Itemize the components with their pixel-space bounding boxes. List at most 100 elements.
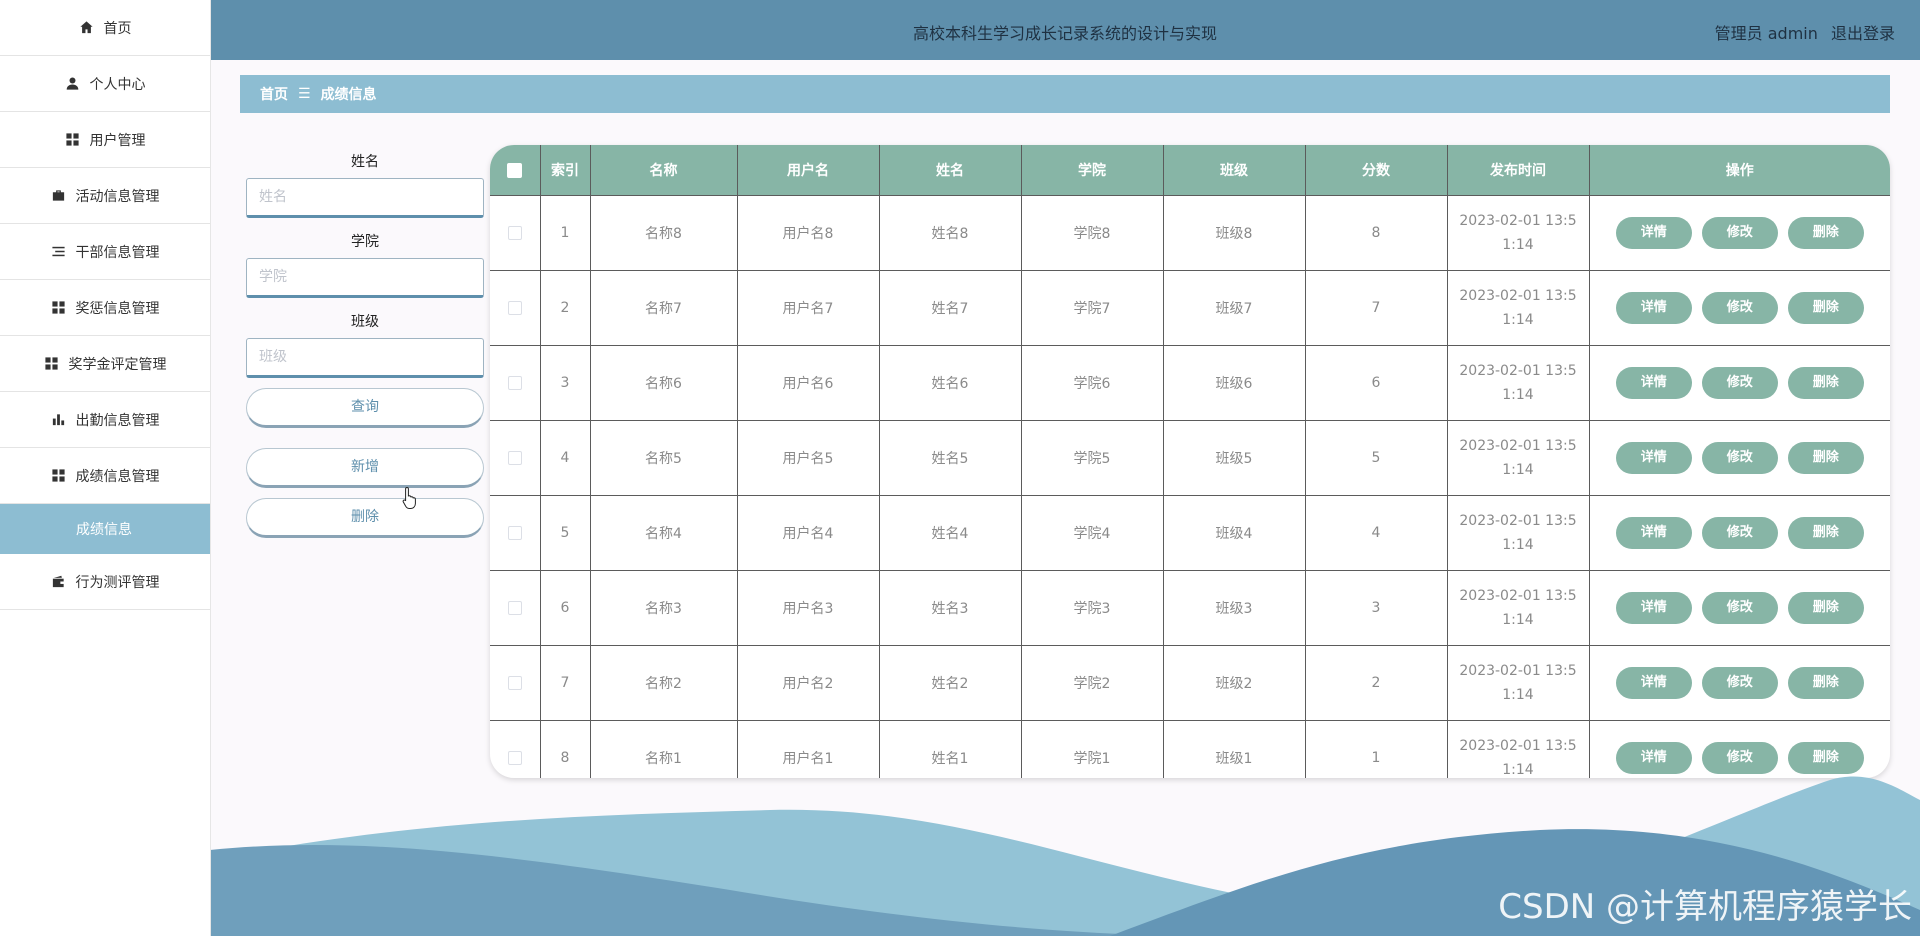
breadcrumb-home[interactable]: 首页	[260, 84, 288, 104]
batch-delete-button[interactable]: 删除	[246, 498, 484, 538]
edit-button[interactable]: 修改	[1701, 367, 1778, 399]
row-checkbox-cell	[490, 195, 541, 271]
breadcrumb-current: 成绩信息	[320, 87, 377, 103]
class-cell: 班级7	[1163, 270, 1306, 346]
row-delete-button[interactable]: 删除	[1787, 367, 1864, 399]
sidebar-item-label: 干部信息管理	[75, 244, 160, 261]
sidebar-item-scholarship-management[interactable]: 奖学金评定管理	[0, 336, 210, 392]
detail-button[interactable]: 详情	[1615, 517, 1692, 549]
sidebar-item-home[interactable]: 首页	[0, 0, 210, 56]
row-checkbox[interactable]	[507, 676, 522, 690]
name-cell: 名称6	[590, 345, 738, 421]
sidebar-item-label: 成绩信息管理	[75, 468, 160, 485]
sidebar-subitem-grade-info[interactable]: 成绩信息	[0, 504, 210, 554]
logout-link[interactable]: 退出登录	[1831, 24, 1895, 43]
row-checkbox[interactable]	[507, 376, 522, 390]
table-row: 1 名称8 用户名8 姓名8 学院8 班级8 8 2023-02-01 13:5…	[490, 195, 1890, 271]
row-checkbox[interactable]	[507, 601, 522, 615]
column-header: 发布时间	[1447, 145, 1590, 196]
column-header: 姓名	[879, 145, 1022, 196]
index-cell: 2	[540, 270, 591, 346]
row-checkbox-cell	[490, 420, 541, 496]
actions-cell: 详情 修改 删除	[1589, 195, 1890, 271]
sidebar-item-grade-management[interactable]: 成绩信息管理	[0, 448, 210, 504]
sidebar-item-attendance-management[interactable]: 出勤信息管理	[0, 392, 210, 448]
name-search-input[interactable]	[246, 178, 484, 218]
column-header: 操作	[1589, 145, 1890, 196]
detail-button[interactable]: 详情	[1615, 592, 1692, 624]
username-cell: 用户名7	[737, 270, 880, 346]
actions-cell: 详情 修改 删除	[1589, 345, 1890, 421]
actions-cell: 详情 修改 删除	[1589, 420, 1890, 496]
college-cell: 学院7	[1021, 270, 1164, 346]
row-delete-button[interactable]: 删除	[1787, 592, 1864, 624]
watermark-text: CSDN @计算机程序猿学长	[1498, 887, 1912, 927]
detail-button[interactable]: 详情	[1615, 217, 1692, 249]
name-cell: 名称4	[590, 495, 738, 571]
detail-button[interactable]: 详情	[1615, 367, 1692, 399]
row-checkbox[interactable]	[507, 226, 522, 240]
name-cell: 名称3	[590, 570, 738, 646]
search-panel: 姓名 学院 班级 查询 新增 删除	[246, 152, 484, 538]
row-delete-button[interactable]: 删除	[1787, 292, 1864, 324]
detail-button[interactable]: 详情	[1615, 292, 1692, 324]
detail-button[interactable]: 详情	[1615, 442, 1692, 474]
add-button[interactable]: 新增	[246, 448, 484, 488]
sidebar-item-reward-management[interactable]: 奖惩信息管理	[0, 280, 210, 336]
sidebar-item-user-management[interactable]: 用户管理	[0, 112, 210, 168]
actions-cell: 详情 修改 删除	[1589, 495, 1890, 571]
sidebar-subitem-label: 成绩信息	[76, 522, 132, 538]
edit-button[interactable]: 修改	[1701, 292, 1778, 324]
menu-separator-icon: ☰	[298, 86, 311, 102]
sidebar-item-cadre-management[interactable]: 干部信息管理	[0, 224, 210, 280]
row-checkbox-cell	[490, 645, 541, 721]
actions-cell: 详情 修改 删除	[1589, 270, 1890, 346]
edit-button[interactable]: 修改	[1701, 517, 1778, 549]
person-name-cell: 姓名7	[879, 270, 1022, 346]
college-cell: 学院8	[1021, 195, 1164, 271]
sidebar-item-label: 出勤信息管理	[75, 412, 160, 429]
edit-button[interactable]: 修改	[1701, 592, 1778, 624]
index-cell: 7	[540, 645, 591, 721]
index-cell: 4	[540, 420, 591, 496]
college-cell: 学院6	[1021, 345, 1164, 421]
home-icon	[79, 20, 95, 36]
sidebar-item-personal-center[interactable]: 个人中心	[0, 56, 210, 112]
sidebar-item-behavior-evaluation[interactable]: 行为测评管理	[0, 554, 210, 610]
publish-time-cell: 2023-02-01 13:51:14	[1447, 270, 1590, 346]
username-cell: 用户名3	[737, 570, 880, 646]
top-header: 高校本科生学习成长记录系统的设计与实现 管理员 admin 退出登录	[210, 0, 1920, 60]
row-delete-button[interactable]: 删除	[1787, 217, 1864, 249]
username-cell: 用户名2	[737, 645, 880, 721]
college-search-input[interactable]	[246, 258, 484, 298]
grid-icon	[51, 468, 67, 484]
index-cell: 1	[540, 195, 591, 271]
row-delete-button[interactable]: 删除	[1787, 667, 1864, 699]
row-checkbox-cell	[490, 495, 541, 571]
sidebar-item-activity-management[interactable]: 活动信息管理	[0, 168, 210, 224]
person-name-cell: 姓名6	[879, 345, 1022, 421]
column-header: 班级	[1163, 145, 1306, 196]
college-cell: 学院3	[1021, 570, 1164, 646]
publish-time-cell: 2023-02-01 13:51:14	[1447, 420, 1590, 496]
table-row: 7 名称2 用户名2 姓名2 学院2 班级2 2 2023-02-01 13:5…	[490, 645, 1890, 721]
grid-icon	[44, 356, 60, 372]
user-area: 管理员 admin 退出登录	[1707, 20, 1895, 44]
publish-time-cell: 2023-02-01 13:51:14	[1447, 345, 1590, 421]
row-checkbox[interactable]	[507, 301, 522, 315]
college-cell: 学院2	[1021, 645, 1164, 721]
college-field-label: 学院	[351, 234, 379, 250]
name-cell: 名称8	[590, 195, 738, 271]
edit-button[interactable]: 修改	[1701, 217, 1778, 249]
detail-button[interactable]: 详情	[1615, 667, 1692, 699]
edit-button[interactable]: 修改	[1701, 667, 1778, 699]
row-checkbox[interactable]	[507, 526, 522, 540]
row-delete-button[interactable]: 删除	[1787, 517, 1864, 549]
class-search-input[interactable]	[246, 338, 484, 378]
query-button[interactable]: 查询	[246, 388, 484, 428]
wallet-icon	[51, 574, 67, 590]
edit-button[interactable]: 修改	[1701, 442, 1778, 474]
row-delete-button[interactable]: 删除	[1787, 442, 1864, 474]
select-all-checkbox[interactable]	[507, 162, 523, 178]
row-checkbox[interactable]	[507, 451, 522, 465]
